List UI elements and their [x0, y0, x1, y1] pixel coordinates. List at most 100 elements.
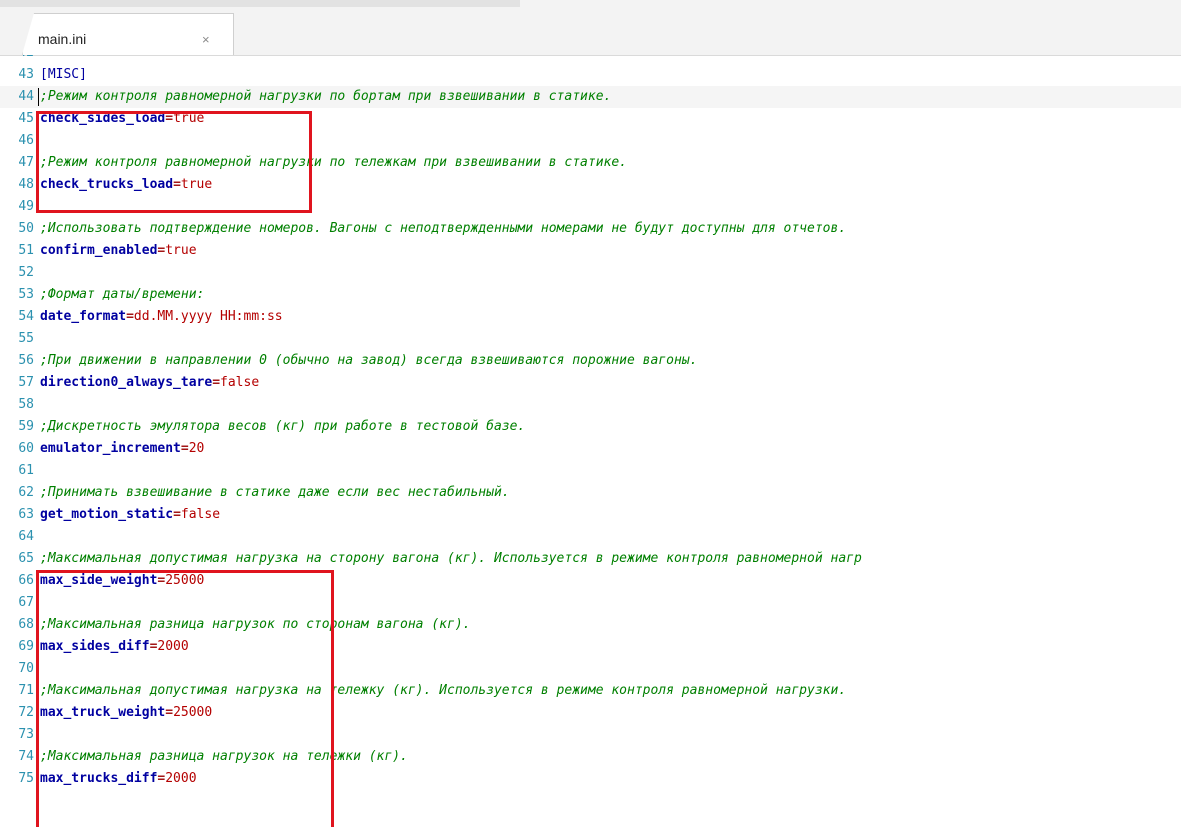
line-number: 45 [18, 111, 34, 126]
tab-label[interactable]: main.ini [38, 31, 86, 47]
line-content: ;Максимальная допустимая нагрузка на тел… [40, 680, 846, 702]
code-line[interactable]: 52 [0, 262, 1181, 284]
code-line[interactable]: 69 max_sides_diff=2000 [0, 636, 1181, 658]
comment-text: ;Режим контроля равномерной нагрузки по … [40, 89, 612, 104]
code-line[interactable]: 65 ;Максимальная допустимая нагрузка на с… [0, 548, 1181, 570]
code-line[interactable]: 45 check_sides_load=true [0, 108, 1181, 130]
code-line[interactable]: 66 max_side_weight=25000 [0, 570, 1181, 592]
comment-text: ;Принимать взвешивание в статике даже ес… [40, 485, 510, 500]
setting-value: false [180, 507, 221, 522]
line-number: 51 [18, 243, 34, 258]
line-number: 73 [18, 727, 34, 742]
code-line[interactable]: 46 [0, 130, 1181, 152]
line-number: 58 [18, 397, 34, 412]
equals-sign: = [173, 507, 181, 522]
line-content: ;Формат даты/времени: [40, 284, 204, 306]
code-line[interactable]: 59 ;Дискретность эмулятора весов (кг) при… [0, 416, 1181, 438]
comment-text: ;Максимальная допустимая нагрузка на сто… [40, 551, 862, 566]
line-content: max_truck_weight=25000 [40, 702, 212, 724]
line-content: ;При движении в направлении 0 (обычно на… [40, 350, 697, 372]
line-number: 50 [18, 221, 34, 236]
comment-text: ;Дискретность эмулятора весов (кг) при р… [40, 419, 526, 434]
line-number: 71 [18, 683, 34, 698]
code-line[interactable]: 57 direction0_always_tare=false [0, 372, 1181, 394]
code-editor[interactable]: 42 43 [MISC] 44 ;Режим контроля равномерной … [0, 55, 1181, 827]
code-line[interactable]: 63 get_motion_static=false [0, 504, 1181, 526]
setting-value: true [173, 111, 205, 126]
line-number: 56 [18, 353, 34, 368]
line-content: get_motion_static=false [40, 504, 220, 526]
line-number: 57 [18, 375, 34, 390]
setting-value: true [165, 243, 197, 258]
setting-value: true [180, 177, 213, 192]
code-line[interactable]: 71 ;Максимальная допустимая нагрузка на т… [0, 680, 1181, 702]
editor-window: main.ini × 42 43 [MISC] 44 ;Режим контроля р… [0, 0, 1181, 827]
line-number: 69 [18, 639, 34, 654]
setting-key: date_format [40, 309, 127, 324]
line-number: 60 [18, 441, 34, 456]
line-content: ;Использовать подтверждение номеров. Ваг… [40, 218, 846, 240]
code-line[interactable]: 51 confirm_enabled=true [0, 240, 1181, 262]
setting-key: max_side_weight [40, 573, 158, 588]
setting-key: max_sides_diff [40, 639, 150, 654]
equals-sign: = [165, 705, 174, 720]
line-number: 67 [18, 595, 34, 610]
code-line[interactable]: 62 ;Принимать взвешивание в статике даже … [0, 482, 1181, 504]
close-icon[interactable]: × [202, 32, 210, 47]
setting-key: check_sides_load [40, 111, 166, 126]
line-content: max_trucks_diff=2000 [40, 768, 197, 790]
line-content: emulator_increment=20 [40, 438, 204, 460]
equals-sign: = [212, 375, 221, 390]
section-header: [MISC] [40, 67, 87, 82]
code-line[interactable]: 64 [0, 526, 1181, 548]
line-number: 70 [18, 661, 34, 676]
line-number: 75 [18, 771, 34, 786]
code-line[interactable]: 56 ;При движении в направлении 0 (обычно … [0, 350, 1181, 372]
line-number: 59 [18, 419, 34, 434]
code-line[interactable]: 53 ;Формат даты/времени: [0, 284, 1181, 306]
code-line[interactable]: 54 date_format=dd.MM.yyyy HH:mm:ss [0, 306, 1181, 328]
code-line[interactable]: 47 ;Режим контроля равномерной нагрузки п… [0, 152, 1181, 174]
setting-key: get_motion_static [40, 507, 174, 522]
code-line[interactable]: 72 max_truck_weight=25000 [0, 702, 1181, 724]
comment-text: ;Максимальная допустимая нагрузка на тел… [40, 683, 847, 698]
code-line[interactable]: 58 [0, 394, 1181, 416]
code-line[interactable]: 67 [0, 592, 1181, 614]
code-line[interactable]: 48 check_trucks_load=true [0, 174, 1181, 196]
comment-text: ;Максимальная разница нагрузок на тележк… [40, 749, 408, 764]
code-line[interactable]: 55 [0, 328, 1181, 350]
setting-value: dd.MM.yyyy HH:mm:ss [133, 309, 283, 324]
comment-text: ;Использовать подтверждение номеров. Ваг… [40, 221, 847, 236]
line-number: 63 [18, 507, 34, 522]
code-line[interactable]: 73 [0, 724, 1181, 746]
line-content: direction0_always_tare=false [40, 372, 259, 394]
code-line[interactable]: 60 emulator_increment=20 [0, 438, 1181, 460]
equals-sign: = [126, 309, 134, 324]
comment-text: ;Формат даты/времени: [40, 287, 205, 302]
line-number: 46 [18, 133, 34, 148]
setting-key: emulator_increment [40, 441, 181, 456]
code-line[interactable]: 68 ;Максимальная разница нагрузок по стор… [0, 614, 1181, 636]
line-content: max_sides_diff=2000 [40, 636, 189, 658]
line-content: check_trucks_load=true [40, 174, 212, 196]
line-number: 48 [18, 177, 34, 192]
text-caret [38, 88, 39, 106]
code-line[interactable]: 75 max_trucks_diff=2000 [0, 768, 1181, 790]
code-line[interactable]: 42 [0, 55, 1181, 64]
code-line[interactable]: 50 ;Использовать подтверждение номеров. В… [0, 218, 1181, 240]
line-number: 72 [18, 705, 34, 720]
comment-text: ;Режим контроля равномерной нагрузки по … [40, 155, 627, 170]
setting-value: 2000 [165, 771, 197, 786]
setting-value: 2000 [157, 639, 189, 654]
line-number: 53 [18, 287, 34, 302]
setting-key: direction0_always_tare [40, 375, 213, 390]
code-line[interactable]: 43 [MISC] [0, 64, 1181, 86]
tab-bar: main.ini × [0, 0, 1181, 56]
line-number: 49 [18, 199, 34, 214]
line-content: confirm_enabled=true [40, 240, 197, 262]
code-line[interactable]: 70 [0, 658, 1181, 680]
code-line[interactable]: 44 ;Режим контроля равномерной нагрузки п… [0, 86, 1181, 108]
code-line[interactable]: 49 [0, 196, 1181, 218]
code-line[interactable]: 74 ;Максимальная разница нагрузок на теле… [0, 746, 1181, 768]
code-line[interactable]: 61 [0, 460, 1181, 482]
